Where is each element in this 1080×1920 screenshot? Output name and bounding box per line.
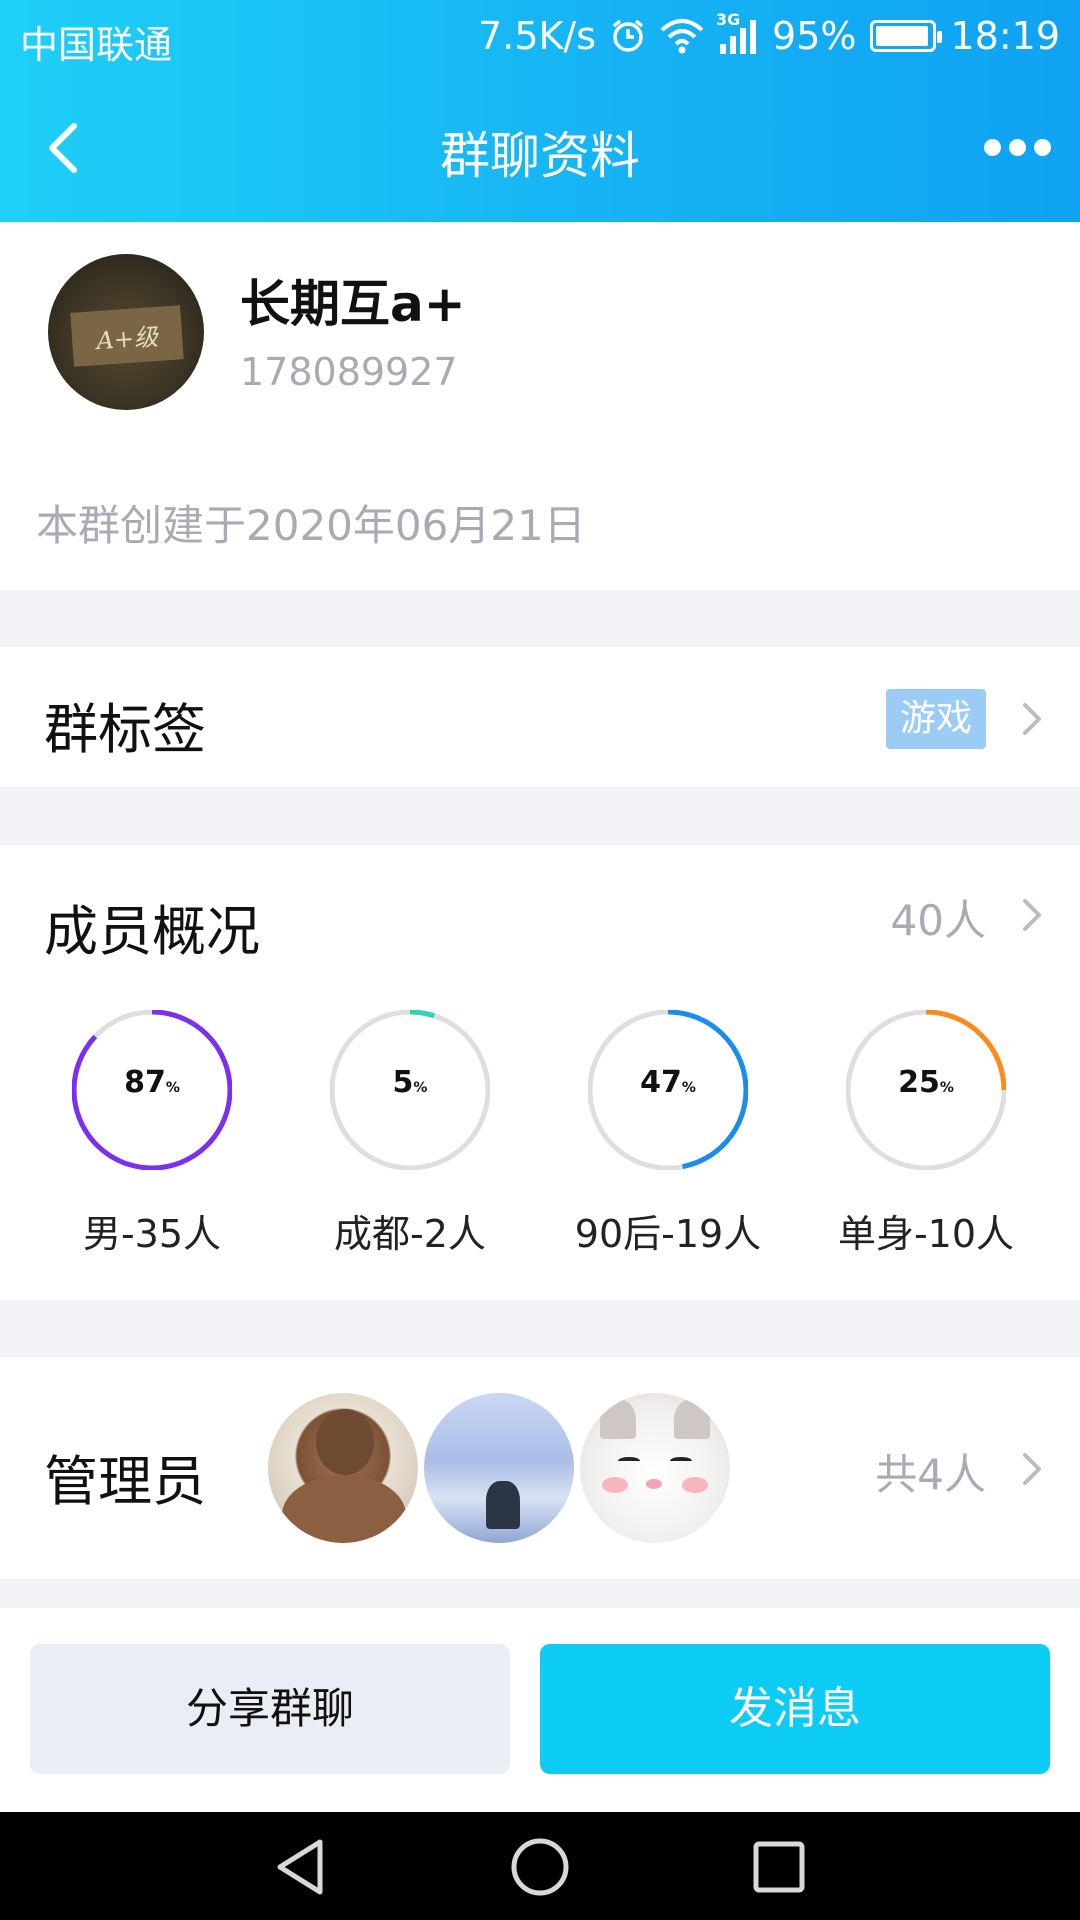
cat-ear bbox=[600, 1399, 636, 1439]
status-bar: 中国联通 7.5K/s 3G 95% 18:19 bbox=[0, 0, 1080, 74]
tags-label: 群标签 bbox=[44, 698, 206, 761]
admin-avatar[interactable] bbox=[268, 1393, 418, 1543]
alarm-icon bbox=[610, 18, 646, 54]
admin-avatar[interactable] bbox=[580, 1393, 730, 1543]
group-tags-row[interactable]: 群标签 游戏 bbox=[0, 647, 1080, 787]
carrier-label: 中国联通 bbox=[20, 23, 173, 67]
avatar-figure bbox=[486, 1481, 520, 1529]
stat-caption: 男-35人 bbox=[82, 1212, 222, 1256]
net-speed: 7.5K/s bbox=[478, 14, 597, 58]
wifi-icon bbox=[660, 18, 704, 54]
members-overview: 成员概况 40人 87% 男-35人 5% 成都-2人 47% 90后-19人 … bbox=[0, 845, 1080, 1300]
admins-count: 共4人 bbox=[875, 1450, 986, 1499]
stat-percent: 25% bbox=[806, 1065, 1046, 1100]
stat-single: 25% 单身-10人 bbox=[806, 1010, 1046, 1256]
admin-avatar[interactable] bbox=[424, 1393, 574, 1543]
stat-percent-unit: % bbox=[165, 1080, 180, 1096]
stat-region: 5% 成都-2人 bbox=[290, 1010, 530, 1256]
stat-percent-value: 47 bbox=[640, 1065, 682, 1100]
network-type: 3G bbox=[716, 10, 741, 29]
stat-percent: 87% bbox=[32, 1065, 272, 1100]
group-avatar-plaque: A+级 bbox=[70, 305, 184, 367]
stat-percent: 47% bbox=[548, 1065, 788, 1100]
battery-fill bbox=[876, 26, 928, 46]
chevron-right-icon bbox=[1023, 1453, 1041, 1485]
battery-icon bbox=[870, 20, 943, 52]
chevron-right-icon bbox=[1023, 899, 1041, 931]
admins-label: 管理员 bbox=[44, 1450, 206, 1513]
stat-caption: 90后-19人 bbox=[574, 1212, 762, 1256]
stat-percent-unit: % bbox=[939, 1080, 954, 1096]
back-triangle-icon[interactable] bbox=[270, 1836, 332, 1898]
clock: 18:19 bbox=[950, 14, 1060, 58]
cat-ear bbox=[674, 1399, 710, 1439]
cat-blush bbox=[602, 1477, 628, 1493]
stat-percent-value: 25 bbox=[898, 1065, 940, 1100]
signal-icon: 3G bbox=[716, 10, 758, 54]
status-icons: 7.5K/s 3G 95% 18:19 bbox=[478, 10, 1060, 58]
more-button[interactable] bbox=[982, 132, 1052, 162]
stat-percent-value: 5 bbox=[392, 1065, 414, 1100]
stat-percent-value: 87 bbox=[124, 1065, 166, 1100]
created-date: 本群创建于2020年06月21日 bbox=[36, 501, 586, 550]
cat-nose bbox=[646, 1479, 662, 1489]
stat-caption: 成都-2人 bbox=[334, 1212, 486, 1256]
avatar-head bbox=[316, 1409, 374, 1475]
cat-blush bbox=[682, 1477, 708, 1493]
send-message-button[interactable]: 发消息 bbox=[540, 1644, 1050, 1774]
recents-square-icon[interactable] bbox=[748, 1836, 810, 1898]
stat-age: 47% 90后-19人 bbox=[548, 1010, 788, 1256]
members-count: 40人 bbox=[890, 896, 986, 945]
share-group-button[interactable]: 分享群聊 bbox=[30, 1644, 510, 1774]
stat-gender: 87% 男-35人 bbox=[32, 1010, 272, 1256]
group-name: 长期互a+ bbox=[240, 275, 466, 333]
group-avatar[interactable]: A+级 bbox=[48, 254, 204, 410]
system-nav-bar bbox=[0, 1812, 1080, 1920]
admins-row[interactable]: 管理员 共4人 bbox=[0, 1357, 1080, 1579]
home-circle-icon[interactable] bbox=[509, 1836, 571, 1898]
avatar-figure bbox=[282, 1475, 406, 1543]
more-dot-icon bbox=[1033, 138, 1051, 156]
more-dot-icon bbox=[1008, 138, 1026, 156]
cat-eye bbox=[618, 1457, 640, 1465]
stat-percent-unit: % bbox=[681, 1080, 696, 1096]
stat-percent: 5% bbox=[290, 1065, 530, 1100]
action-bar: 分享群聊 发消息 bbox=[0, 1608, 1080, 1812]
tag-chip: 游戏 bbox=[885, 689, 986, 749]
cat-eye bbox=[670, 1457, 692, 1465]
chevron-right-icon bbox=[1023, 703, 1041, 735]
group-info-card: A+级 长期互a+ 178089927 本群创建于2020年06月21日 bbox=[0, 222, 1080, 590]
stat-percent-unit: % bbox=[413, 1080, 428, 1096]
group-id: 178089927 bbox=[240, 350, 458, 394]
battery-percent: 95% bbox=[772, 14, 857, 58]
nav-bar: 群聊资料 bbox=[0, 74, 1080, 222]
group-profile-screen: 中国联通 7.5K/s 3G 95% 18:19 群聊资料 A+级 长期互a+ … bbox=[0, 0, 1080, 1920]
more-dot-icon bbox=[983, 138, 1001, 156]
members-label: 成员概况 bbox=[44, 900, 260, 963]
page-title: 群聊资料 bbox=[440, 127, 640, 185]
header: 中国联通 7.5K/s 3G 95% 18:19 群聊资料 bbox=[0, 0, 1080, 222]
stat-caption: 单身-10人 bbox=[837, 1212, 1015, 1256]
